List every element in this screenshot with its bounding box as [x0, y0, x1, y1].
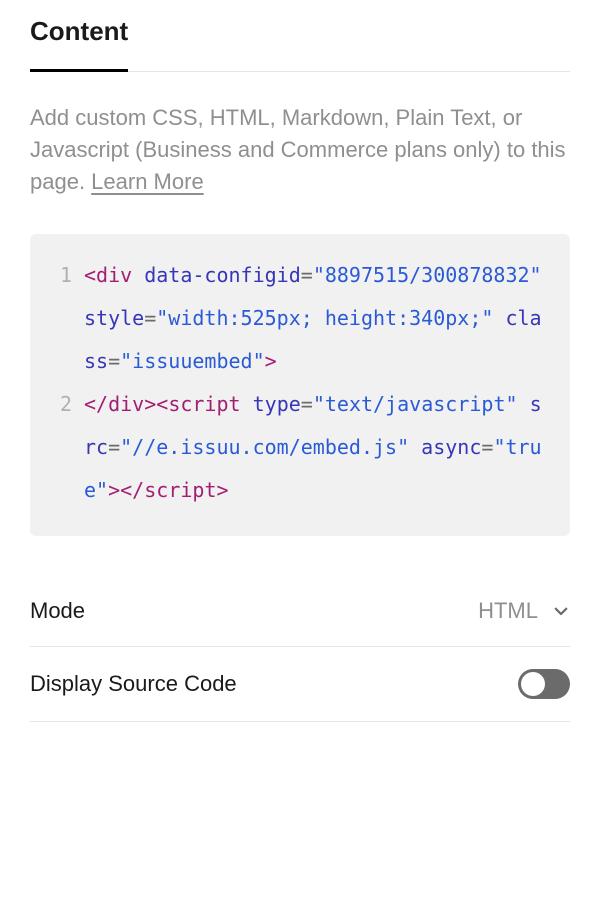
mode-label: Mode [30, 598, 85, 624]
display-source-row: Display Source Code [30, 647, 570, 722]
learn-more-link[interactable]: Learn More [91, 169, 204, 194]
display-source-toggle[interactable] [518, 669, 570, 699]
mode-value-text: HTML [478, 598, 538, 624]
mode-row: Mode HTML [30, 576, 570, 647]
code-line: 2</div><script type="text/javascript" sr… [50, 383, 550, 512]
tab-content[interactable]: Content [30, 16, 128, 72]
line-number: 1 [50, 254, 84, 383]
help-text: Add custom CSS, HTML, Markdown, Plain Te… [30, 102, 570, 198]
code-editor[interactable]: 1<div data-configid="8897515/300878832" … [30, 234, 570, 536]
mode-select[interactable]: HTML [478, 598, 570, 624]
chevron-down-icon [552, 602, 570, 620]
tab-bar: Content [30, 16, 570, 72]
toggle-knob [521, 672, 545, 696]
display-source-label: Display Source Code [30, 671, 237, 697]
code-text: <div data-configid="8897515/300878832" s… [84, 254, 550, 383]
line-number: 2 [50, 383, 84, 512]
code-line: 1<div data-configid="8897515/300878832" … [50, 254, 550, 383]
code-text: </div><script type="text/javascript" src… [84, 383, 550, 512]
